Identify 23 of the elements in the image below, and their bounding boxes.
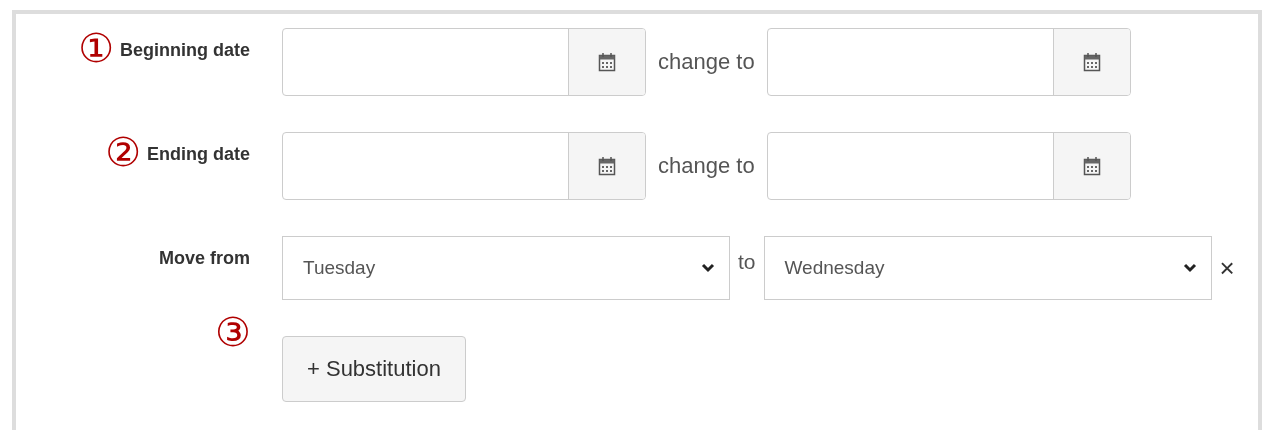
calendar-icon [1082,156,1101,176]
calendar-icon [1082,52,1101,72]
add-substitution-button[interactable]: + Substitution [282,336,466,402]
change-to-label: change to [658,153,755,179]
field-label: Move from [159,247,250,269]
date-field[interactable] [282,132,646,200]
day-select[interactable]: Wednesday [763,236,1212,300]
date-field[interactable] [766,28,1131,96]
day-select[interactable]: Tuesday [282,236,730,300]
close-button[interactable]: × [1219,252,1235,284]
change-to-label: change to [658,49,755,75]
date-field[interactable] [282,28,646,96]
caret-icon [1182,263,1197,273]
calendar-icon [598,52,616,72]
field-label: Beginning date [120,39,250,61]
calendar-icon [598,156,616,176]
field-label: Ending date [147,143,250,165]
annotation-number: ③ [215,312,251,352]
caret-icon [701,263,715,273]
date-field[interactable] [766,132,1131,200]
annotation-number: ② [105,132,141,172]
to-label: to [738,249,756,274]
annotation-number: ① [78,28,114,68]
